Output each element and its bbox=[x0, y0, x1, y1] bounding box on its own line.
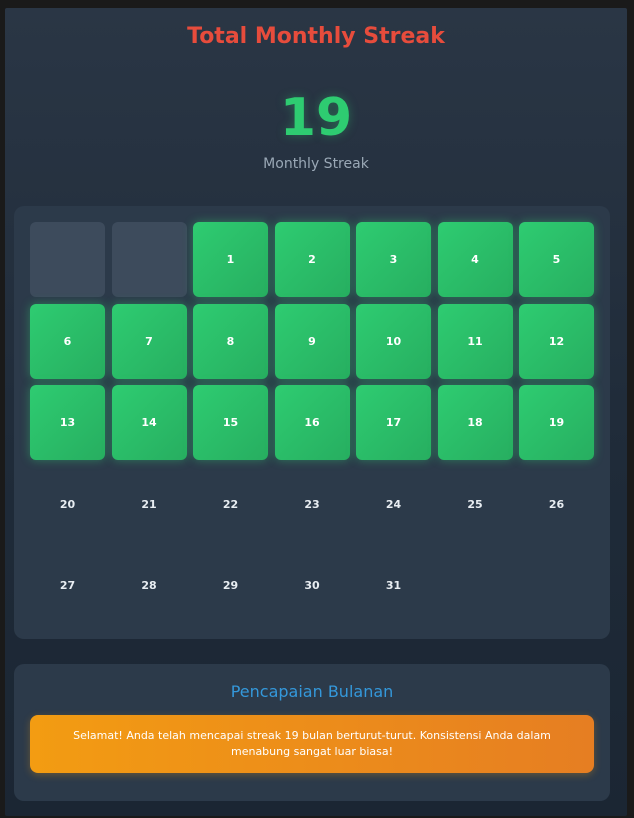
streak-calendar: 1 2 3 4 5 6 7 8 9 10 11 12 13 14 15 16 17 18 19 20 21 22 23 24 2… bbox=[14, 206, 610, 639]
calendar-day-completed: 3 bbox=[356, 222, 431, 297]
achievement-panel: Pencapaian Bulanan Selamat! Anda telah m… bbox=[14, 664, 610, 801]
calendar-day-completed: 1 bbox=[193, 222, 268, 297]
calendar-day: 29 bbox=[222, 579, 239, 592]
calendar-day: 30 bbox=[304, 579, 320, 592]
calendar-day-completed: 9 bbox=[274, 303, 350, 379]
calendar-day-completed: 18 bbox=[437, 385, 513, 460]
calendar-day: 22 bbox=[222, 497, 239, 511]
calendar-day-completed: 17 bbox=[356, 385, 431, 460]
calendar-day: 23 bbox=[304, 497, 320, 511]
calendar-day-completed: 14 bbox=[111, 385, 187, 460]
calendar-day: 26 bbox=[548, 497, 565, 511]
calendar-day-completed: 7 bbox=[111, 303, 187, 379]
achievement-title: Pencapaian Bulanan bbox=[230, 682, 394, 701]
calendar-empty-cell bbox=[30, 222, 105, 297]
calendar-day-completed: 5 bbox=[519, 222, 594, 297]
calendar-day: 25 bbox=[467, 497, 483, 511]
calendar-day-completed: 19 bbox=[519, 385, 594, 460]
calendar-day: 28 bbox=[141, 579, 157, 592]
calendar-day-completed: 11 bbox=[437, 303, 513, 379]
achievement-message: Selamat! Anda telah mencapai streak 19 b… bbox=[30, 715, 594, 773]
calendar-day-completed: 8 bbox=[193, 303, 268, 379]
streak-page: Total Monthly Streak 19 Monthly Streak 1… bbox=[5, 8, 627, 816]
calendar-grid: 1 2 3 4 5 6 7 8 9 10 11 12 13 14 15 16 17 18 19 20 21 22 23 24 2… bbox=[30, 222, 594, 623]
page-title: Total Monthly Streak bbox=[187, 24, 445, 49]
calendar-day: 24 bbox=[385, 497, 402, 511]
calendar-day-completed: 6 bbox=[30, 303, 105, 379]
calendar-day-completed: 12 bbox=[519, 303, 594, 379]
calendar-empty-cell bbox=[111, 222, 187, 297]
calendar-day-completed: 15 bbox=[193, 385, 268, 460]
calendar-day: 21 bbox=[141, 497, 157, 511]
calendar-day-completed: 2 bbox=[274, 222, 350, 297]
streak-label: Monthly Streak bbox=[263, 156, 369, 172]
calendar-day: 20 bbox=[59, 497, 76, 511]
calendar-day-completed: 10 bbox=[356, 303, 431, 379]
calendar-day-completed: 13 bbox=[30, 385, 105, 460]
calendar-day: 27 bbox=[59, 579, 76, 592]
calendar-day: 31 bbox=[385, 579, 402, 592]
calendar-day-completed: 4 bbox=[437, 222, 513, 297]
streak-count: 19 bbox=[279, 88, 353, 148]
calendar-day-completed: 16 bbox=[274, 385, 350, 460]
